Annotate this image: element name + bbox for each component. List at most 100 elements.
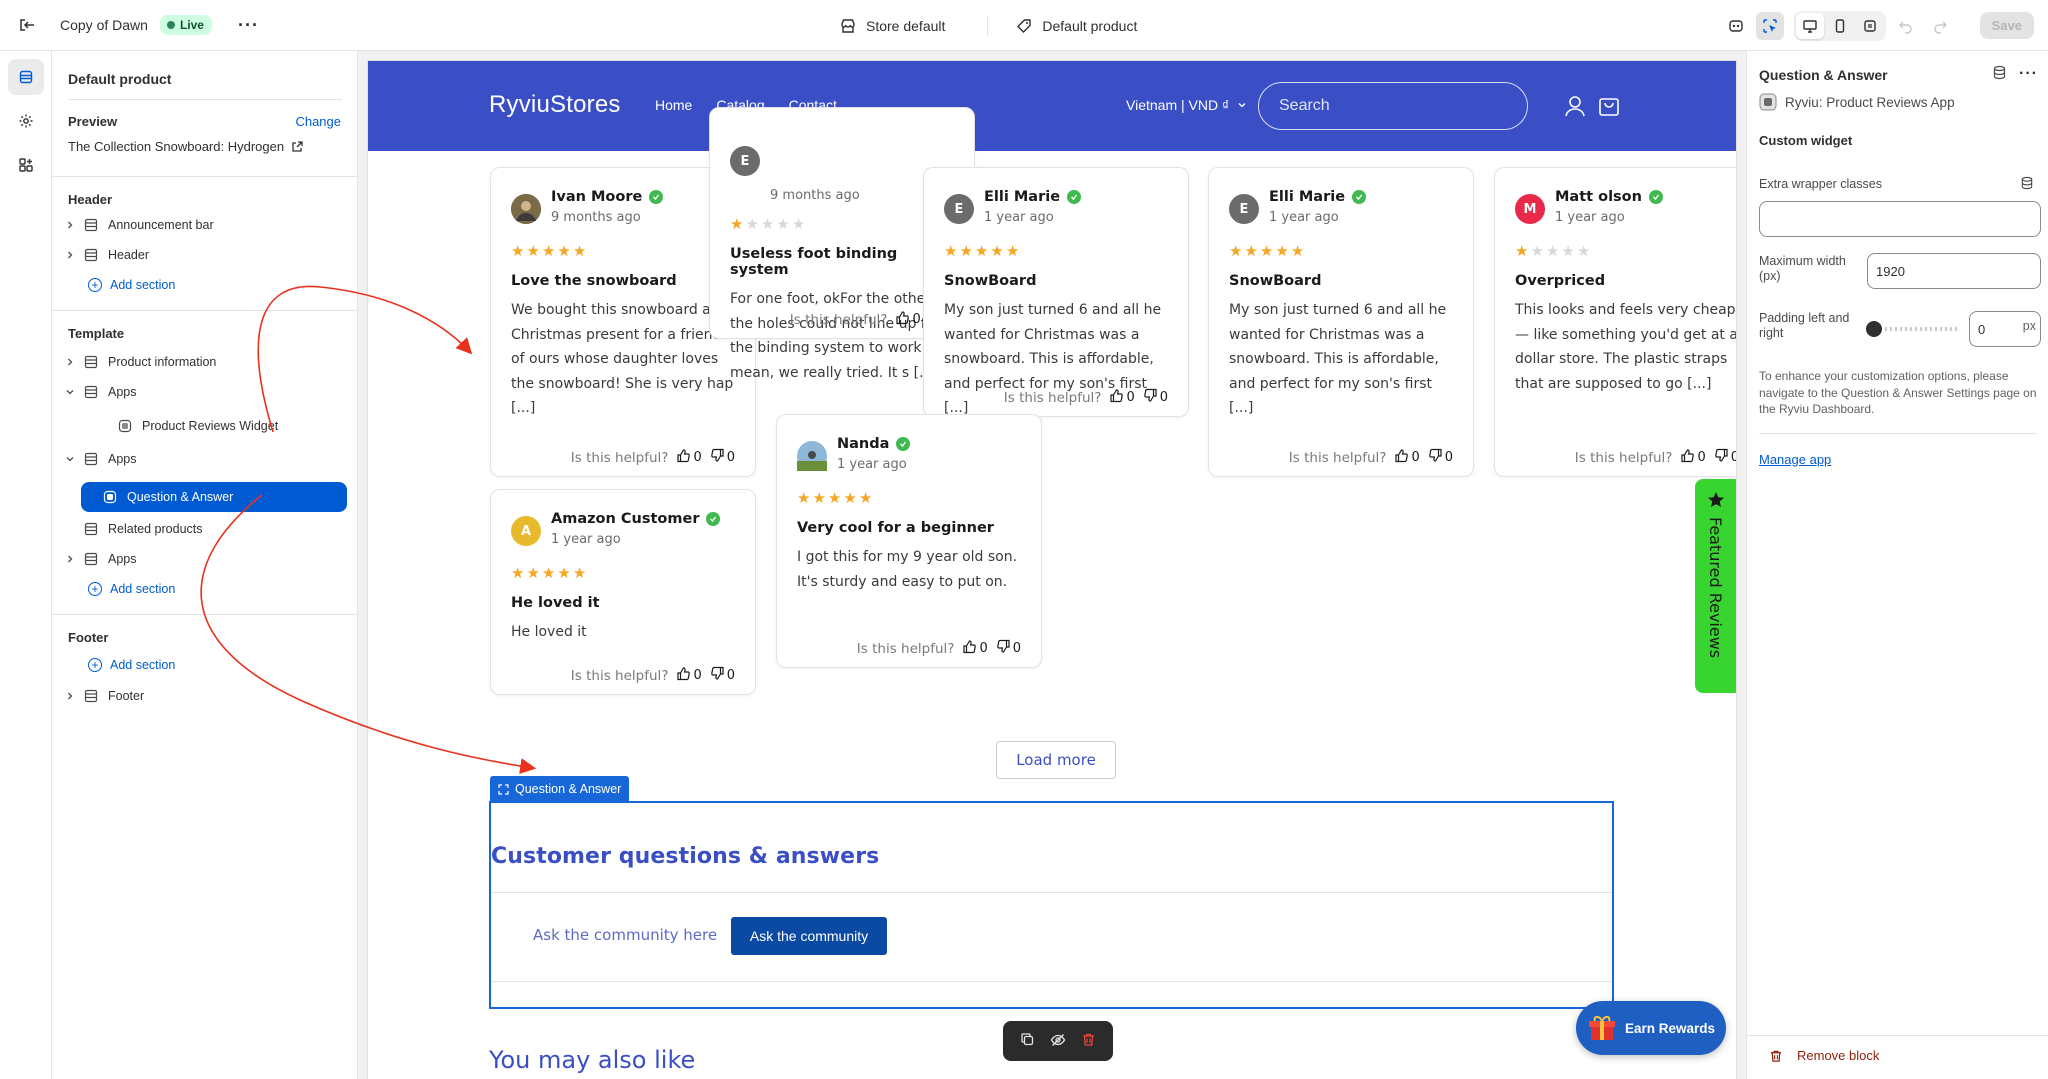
tree-item-product-reviews-widget[interactable]: Product Reviews Widget (82, 412, 346, 440)
chevron-down-icon[interactable] (62, 387, 78, 397)
downvote-button[interactable]: 0 (1428, 448, 1453, 467)
upvote-button[interactable]: 0 (676, 448, 702, 467)
duplicate-icon[interactable] (1020, 1032, 1035, 1050)
hide-eye-icon[interactable] (1050, 1032, 1066, 1051)
star-filled-icon: ★ (797, 489, 811, 507)
desktop-icon[interactable] (1795, 12, 1824, 39)
store-logo[interactable]: RyviuStores (489, 91, 621, 119)
avatar-initial: E (954, 201, 964, 217)
star-icon (1707, 492, 1724, 507)
star-empty-icon: ★ (1530, 242, 1544, 260)
preview-product[interactable]: The Collection Snowboard: Hydrogen (68, 139, 303, 154)
extra-classes-input[interactable] (1759, 201, 2041, 237)
upvote-count: 0 (693, 450, 702, 465)
divider (52, 614, 358, 615)
avatar (797, 441, 827, 471)
nav-link-home[interactable]: Home (655, 97, 692, 113)
tree-item-label: Apps (108, 385, 137, 399)
tree-item-label: Apps (108, 452, 137, 466)
settings-gear-icon[interactable] (8, 103, 44, 139)
sections-icon[interactable] (8, 59, 44, 95)
apps-grid-icon[interactable] (8, 147, 44, 183)
star-filled-icon: ★ (944, 242, 958, 260)
fullscreen-icon[interactable] (1856, 13, 1884, 39)
tree-item-apps-2[interactable]: Apps (62, 445, 346, 473)
dynamic-source-icon[interactable] (2020, 176, 2034, 193)
padding-slider-thumb[interactable] (1866, 321, 1882, 337)
downvote-button[interactable]: 0 (1143, 388, 1168, 407)
chevron-right-icon[interactable] (62, 691, 78, 701)
chevron-down-icon[interactable] (62, 454, 78, 464)
upvote-button[interactable]: 0 (895, 310, 921, 329)
ask-community-button[interactable]: Ask the community (731, 917, 887, 955)
upvote-button[interactable]: 0 (676, 666, 702, 685)
chevron-right-icon[interactable] (62, 220, 78, 230)
downvote-button[interactable]: 0 (996, 639, 1021, 658)
template-selector[interactable]: Default product (1016, 18, 1137, 34)
max-width-input[interactable]: 1920 (1867, 253, 2041, 289)
cart-icon[interactable] (1596, 93, 1622, 119)
save-button[interactable]: Save (1979, 12, 2034, 39)
review-title: Very cool for a beginner (797, 520, 994, 536)
tree-item-related-products[interactable]: Related products (62, 515, 346, 543)
redo-icon[interactable] (1926, 12, 1954, 40)
store-preview[interactable]: RyviuStores Home Catalog Contact Vietnam… (368, 61, 1736, 1079)
load-more-button[interactable]: Load more (996, 741, 1116, 779)
tree-item-label: Product information (108, 355, 217, 369)
account-icon[interactable] (1562, 93, 1588, 119)
thumbs-down-icon (1428, 448, 1443, 467)
tree-item-product-information[interactable]: Product information (62, 348, 346, 376)
manage-app-link[interactable]: Manage app (1759, 452, 1831, 467)
tree-item-announcement-bar[interactable]: Announcement bar (62, 211, 346, 239)
earn-rewards-button[interactable]: Earn Rewards (1576, 1001, 1726, 1055)
left-rail (0, 51, 52, 1079)
upvote-button[interactable]: 0 (1680, 448, 1706, 467)
change-preview-link[interactable]: Change (295, 114, 341, 129)
store-search-input[interactable]: Search (1258, 82, 1528, 130)
app-embed-icon[interactable] (1722, 12, 1750, 40)
upvote-button[interactable]: 0 (1109, 388, 1135, 407)
locale-selector[interactable]: Vietnam | VND ₫ (1126, 97, 1247, 113)
tree-item-apps-3[interactable]: Apps (62, 545, 346, 573)
tree-item-question-answer[interactable]: Question & Answer (81, 482, 347, 512)
helpful-label: Is this helpful? (1003, 389, 1102, 406)
downvote-button[interactable]: 0 (710, 448, 735, 467)
star-rating: ★ ★ ★ ★ ★ (797, 489, 1021, 507)
featured-reviews-label: Featured Reviews (1706, 517, 1725, 659)
chevron-right-icon[interactable] (62, 357, 78, 367)
inspector-icon[interactable] (1755, 11, 1784, 40)
star-filled-icon: ★ (572, 564, 587, 582)
tree-item-footer[interactable]: Footer (62, 682, 346, 710)
undo-icon[interactable] (1892, 12, 1920, 40)
question-answer-block[interactable]: Customer questions & answers Ask the com… (489, 801, 1614, 1009)
add-section-header[interactable]: + Add section (62, 271, 346, 299)
database-icon[interactable] (1992, 65, 2007, 83)
more-options-icon[interactable]: ··· (2019, 65, 2038, 83)
tree-item-header[interactable]: Header (62, 241, 346, 269)
upvote-button[interactable]: 0 (1394, 448, 1420, 467)
add-section-template[interactable]: + Add section (62, 575, 346, 603)
chevron-right-icon[interactable] (62, 250, 78, 260)
featured-reviews-tab[interactable]: Featured Reviews (1695, 479, 1736, 693)
downvote-button[interactable]: 0 (1714, 448, 1736, 467)
padding-unit: px (2022, 319, 2036, 333)
chevron-right-icon[interactable] (62, 554, 78, 564)
section-icon (82, 246, 100, 264)
mobile-icon[interactable] (1826, 13, 1854, 39)
section-title: Custom widget (1759, 133, 1853, 148)
padding-slider-track[interactable] (1875, 327, 1957, 331)
exit-icon[interactable] (16, 14, 38, 36)
section-sidebar: Default product Preview Change The Colle… (52, 51, 358, 1079)
add-section-footer[interactable]: + Add section (62, 651, 346, 679)
star-rating: ★ ★ ★ ★ ★ (1229, 242, 1453, 260)
selected-block-tag[interactable]: Question & Answer (490, 776, 630, 802)
store-selector[interactable]: Store default (840, 18, 945, 34)
trash-icon[interactable] (1081, 1032, 1096, 1050)
avatar: E (944, 194, 974, 224)
tree-item-apps-1[interactable]: Apps (62, 378, 346, 406)
divider (987, 15, 989, 36)
more-actions-icon[interactable]: ··· (238, 15, 259, 36)
upvote-button[interactable]: 0 (962, 639, 988, 658)
remove-block-button[interactable]: Remove block (1769, 1048, 1879, 1063)
downvote-button[interactable]: 0 (710, 666, 735, 685)
